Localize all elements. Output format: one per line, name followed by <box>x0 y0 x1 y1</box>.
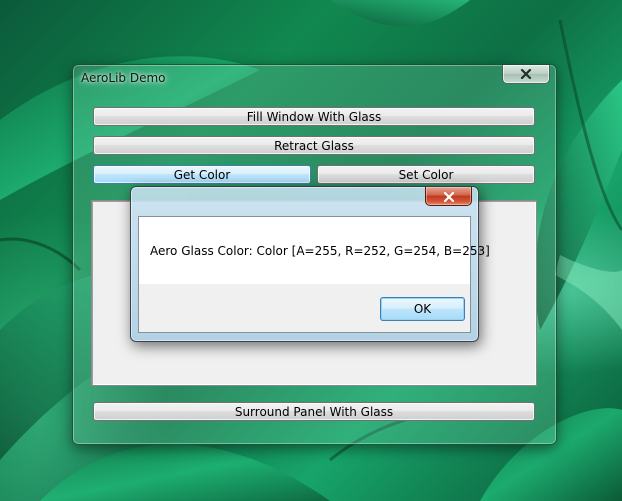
window-title: AeroLib Demo <box>81 71 166 85</box>
window-close-button[interactable] <box>502 65 550 84</box>
fill-window-glass-button[interactable]: Fill Window With Glass <box>93 107 535 126</box>
close-icon <box>443 187 455 206</box>
get-color-button[interactable]: Get Color <box>93 165 311 184</box>
close-icon <box>520 69 532 79</box>
message-box-body: Aero Glass Color: Color [A=255, R=252, G… <box>138 216 490 333</box>
ok-button[interactable]: OK <box>380 297 465 321</box>
message-box: Aero Glass Color: Color [A=255, R=252, G… <box>130 186 490 342</box>
retract-glass-button[interactable]: Retract Glass <box>93 136 535 155</box>
message-area: Aero Glass Color: Color [A=255, R=252, G… <box>139 217 490 284</box>
surround-panel-glass-button[interactable]: Surround Panel With Glass <box>93 402 535 421</box>
message-text: Aero Glass Color: Color [A=255, R=252, G… <box>150 244 490 258</box>
set-color-button[interactable]: Set Color <box>317 165 535 184</box>
message-box-close-button[interactable] <box>425 187 472 206</box>
